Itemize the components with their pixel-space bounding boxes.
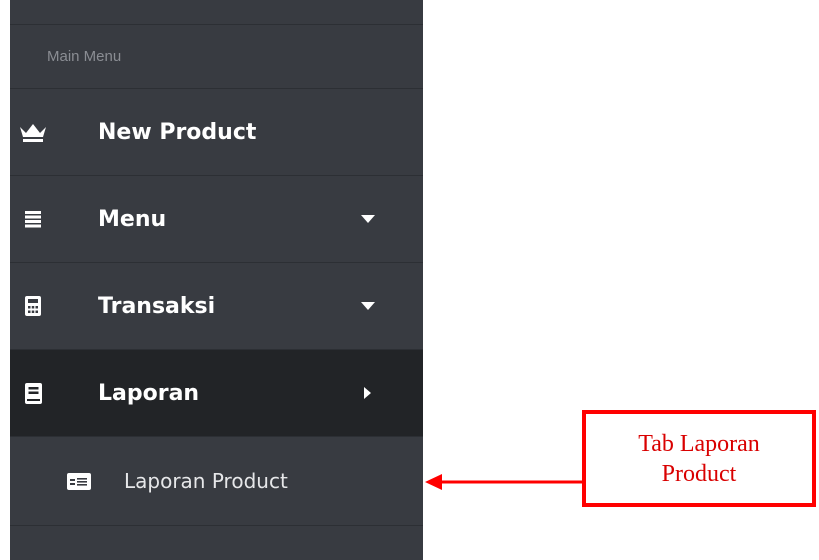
annotation-line-2: Product xyxy=(661,460,737,487)
annotation-text: Tab Laporan Product xyxy=(638,429,760,489)
annotation-line-1: Tab Laporan xyxy=(638,430,760,457)
annotation-callout: Tab Laporan Product xyxy=(582,410,816,507)
